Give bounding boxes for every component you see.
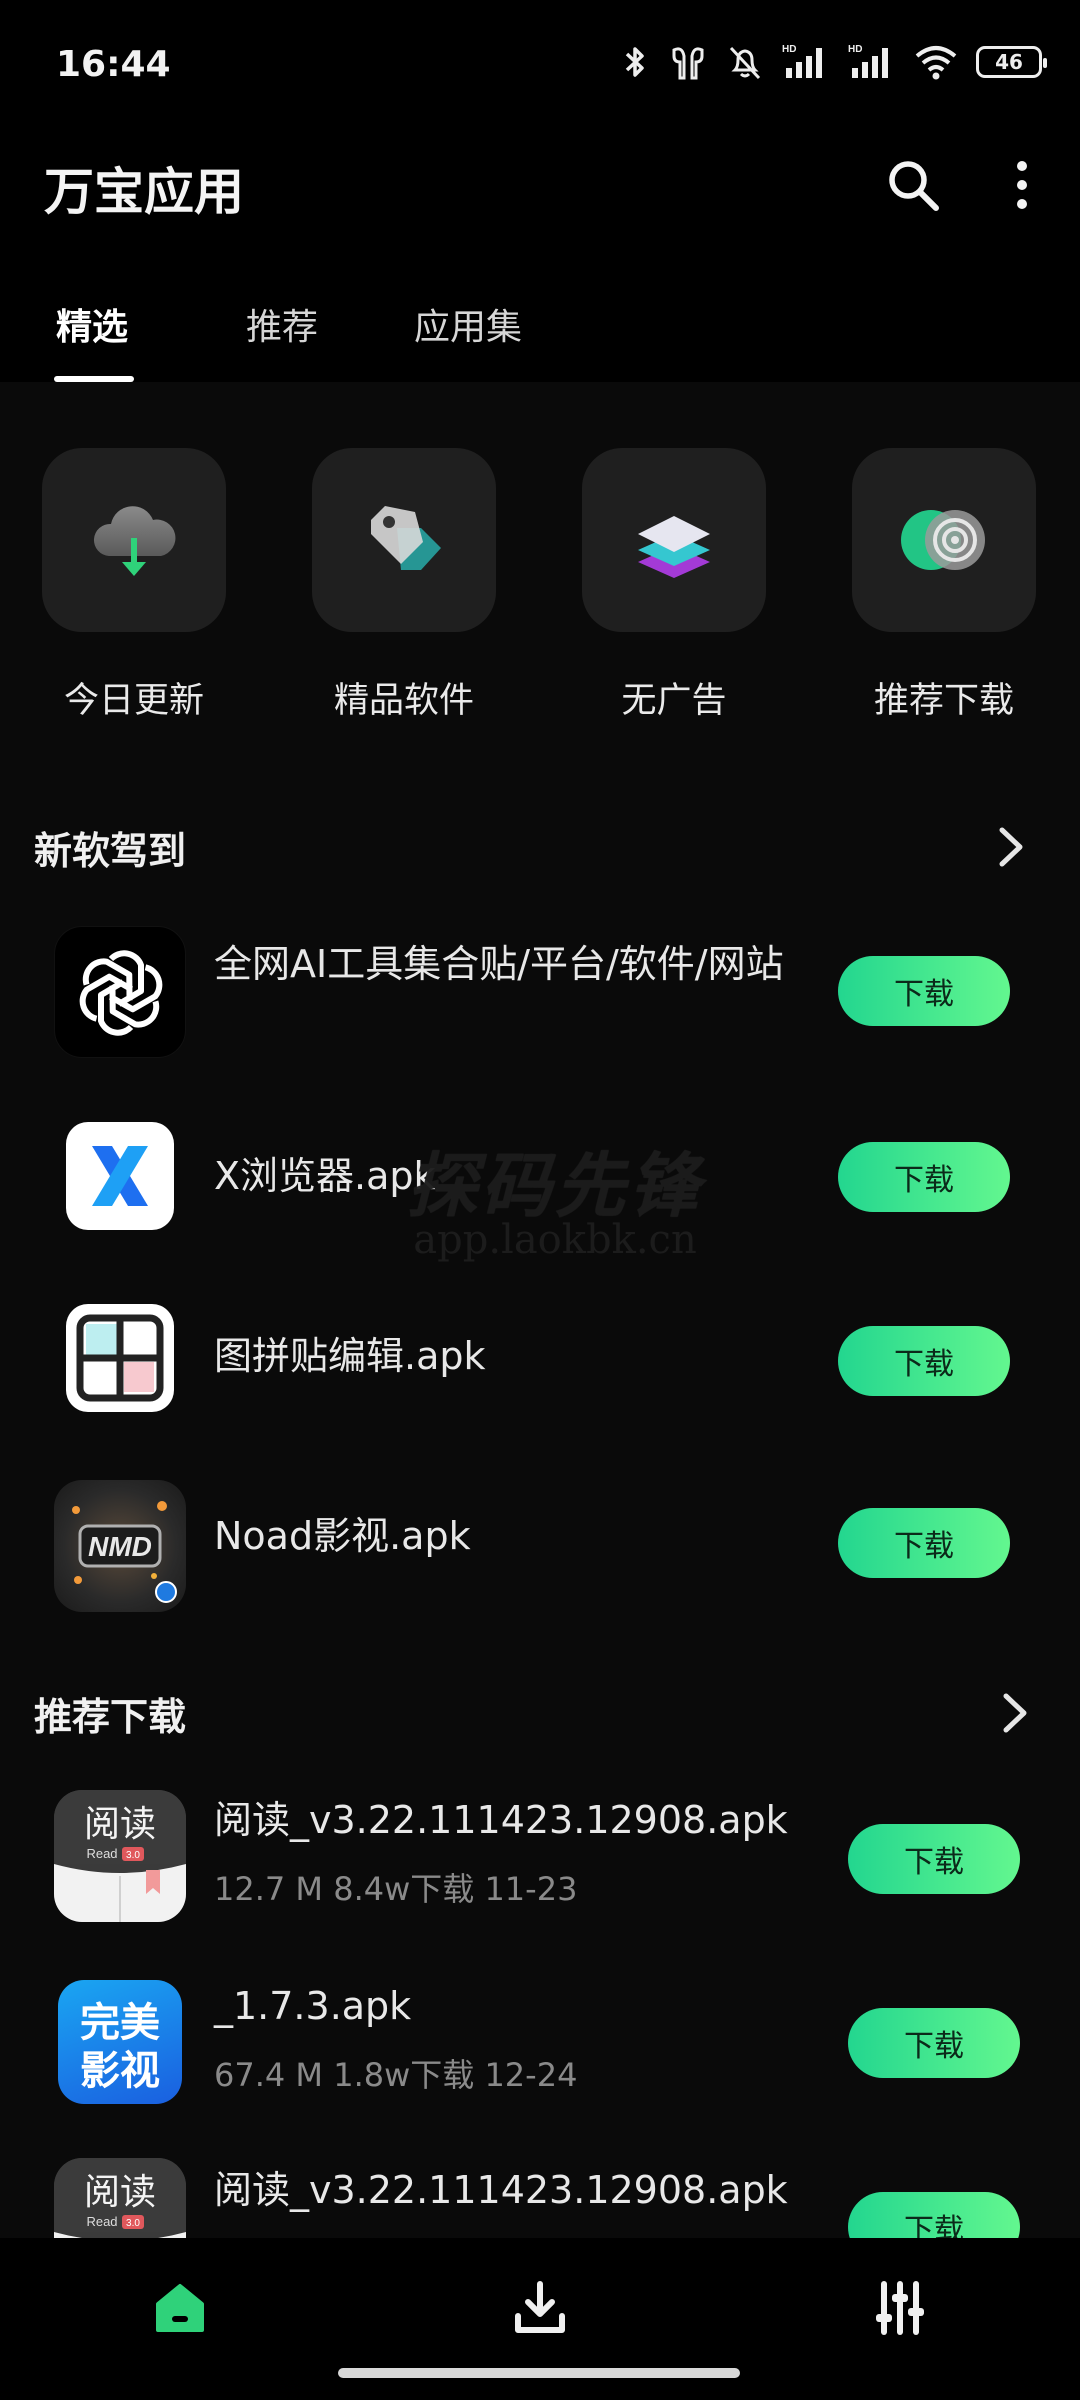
app-name: 阅读_v3.22.111423.12908.apk — [214, 1798, 788, 1842]
x-browser-logo-icon — [66, 1122, 174, 1230]
home-indicator[interactable] — [338, 2368, 740, 2378]
category-icon-tile — [852, 448, 1036, 632]
list-item[interactable]: 全网AI工具集合贴/平台/软件/网站 下载 — [0, 916, 1080, 1066]
download-button[interactable]: 下载 — [838, 1508, 1010, 1578]
category-label: 精品软件 — [333, 681, 474, 721]
read-app-logo-text: 阅读 — [84, 1804, 156, 1845]
read-app-sub-text: Read — [86, 2214, 117, 2229]
bluetooth-icon — [625, 47, 644, 77]
app-title: 万宝应用 — [44, 163, 244, 221]
status-icons: HD HD 46 — [620, 42, 1047, 82]
list-item[interactable]: NMD Noad影视.apk 下载 — [0, 1470, 1080, 1620]
signal-hd-icon-2: HD — [848, 44, 888, 78]
tab-bar: 精选 推荐 应用集 — [0, 250, 1080, 382]
download-tray-icon[interactable] — [510, 2278, 570, 2338]
sliders-settings-icon[interactable] — [870, 2278, 930, 2338]
download-button[interactable]: 下载 — [848, 1824, 1020, 1894]
app-meta: 12.7 M 8.4w下载 11-23 — [214, 1870, 578, 1908]
wanmei-logo-text-1: 完美 — [80, 2000, 160, 2046]
chevron-right-icon[interactable] — [996, 1688, 1036, 1738]
tab-featured[interactable]: 精选 — [56, 298, 128, 350]
more-options-icon[interactable] — [1000, 152, 1044, 218]
category-icon-tile — [582, 448, 766, 632]
read-app-logo-icon: 阅读 Read 3.0 — [54, 2158, 186, 2238]
status-time: 16:44 — [56, 44, 171, 85]
category-label: 推荐下载 — [873, 681, 1014, 721]
list-item[interactable]: 阅读 Read 3.0 阅读_v3.22.111423.12908.apk 下载 — [0, 2148, 1080, 2238]
wanmei-video-logo-icon: 完美 影视 — [58, 1980, 182, 2104]
cloud-download-icon — [93, 506, 176, 576]
app-name: 图拼贴编辑.apk — [214, 1334, 486, 1378]
app-name: X浏览器.apk — [214, 1154, 436, 1198]
download-button[interactable]: 下载 — [838, 1326, 1010, 1396]
category-today-update[interactable]: 今日更新 — [42, 448, 226, 723]
download-button[interactable]: 下载 — [848, 2008, 1020, 2078]
noad-logo-text: NMD — [88, 1531, 152, 1562]
home-icon[interactable] — [150, 2278, 210, 2338]
category-icon-tile — [42, 448, 226, 632]
earbuds-icon — [672, 47, 704, 80]
read-app-version-text: 3.0 — [126, 1850, 140, 1861]
read-app-sub-text: Read — [86, 1846, 117, 1861]
app-name: _1.7.3.apk — [214, 1984, 412, 2028]
openai-logo-icon — [54, 926, 186, 1058]
category-premium-software[interactable]: 精品软件 — [312, 448, 496, 723]
section-title-recommended: 推荐下载 — [34, 1695, 187, 1739]
category-recommended-downloads[interactable]: 推荐下载 — [852, 448, 1036, 723]
target-icon — [901, 510, 985, 570]
collage-grid-icon — [66, 1304, 174, 1412]
layers-icon — [638, 516, 710, 578]
signal-hd-icon-1: HD — [782, 44, 822, 78]
download-button[interactable]: 下载 — [838, 1142, 1010, 1212]
section-title-new-apps: 新软驾到 — [34, 829, 187, 873]
category-label: 今日更新 — [63, 681, 204, 721]
list-item[interactable]: 完美 影视 _1.7.3.apk 67.4 M 1.8w下载 12-24 下载 — [0, 1966, 1080, 2116]
list-item[interactable]: 图拼贴编辑.apk 下载 — [0, 1292, 1080, 1442]
read-app-version-text: 3.0 — [126, 2218, 140, 2229]
read-app-logo-icon: 阅读 Read 3.0 — [54, 1790, 186, 1922]
download-button[interactable]: 下载 — [838, 956, 1010, 1026]
app-bar: 万宝应用 — [0, 130, 1080, 250]
svg-text:HD: HD — [848, 44, 862, 55]
list-item[interactable]: 阅读 Read 3.0 阅读_v3.22.111423.12908.apk 12… — [0, 1780, 1080, 1930]
battery-indicator: 46 — [976, 46, 1047, 78]
category-icon-tile — [312, 448, 496, 632]
screen: 16:44 HD HD 46 万宝应用 精选 推荐 应用集 今日更新 精品软件 … — [0, 0, 1080, 2400]
app-name: Noad影视.apk — [214, 1514, 471, 1558]
chevron-right-icon[interactable] — [992, 822, 1032, 872]
battery-level: 46 — [995, 50, 1023, 74]
active-tab-indicator — [54, 376, 134, 382]
read-app-logo-text: 阅读 — [84, 2172, 156, 2213]
category-row: 今日更新 精品软件 无广告 推荐下载 — [0, 448, 1080, 728]
download-button[interactable]: 下载 — [848, 2192, 1020, 2238]
app-name: 全网AI工具集合贴/平台/软件/网站 — [214, 942, 784, 986]
category-no-ads[interactable]: 无广告 — [582, 448, 766, 723]
status-bar: 16:44 HD HD 46 — [0, 0, 1080, 130]
tag-icon — [371, 506, 441, 570]
list-item[interactable]: X浏览器.apk 下载 — [0, 1108, 1080, 1258]
search-icon[interactable] — [880, 152, 946, 218]
app-meta: 67.4 M 1.8w下载 12-24 — [214, 2056, 578, 2094]
app-name: 阅读_v3.22.111423.12908.apk — [214, 2168, 788, 2212]
noad-video-logo-icon: NMD — [54, 1480, 186, 1612]
mute-bell-icon — [729, 46, 761, 80]
tab-recommended[interactable]: 推荐 — [246, 298, 318, 350]
wanmei-logo-text-2: 影视 — [80, 2048, 160, 2094]
svg-text:HD: HD — [782, 44, 796, 55]
category-label: 无广告 — [621, 681, 727, 721]
wifi-icon — [915, 46, 957, 80]
tab-collections[interactable]: 应用集 — [414, 298, 522, 350]
